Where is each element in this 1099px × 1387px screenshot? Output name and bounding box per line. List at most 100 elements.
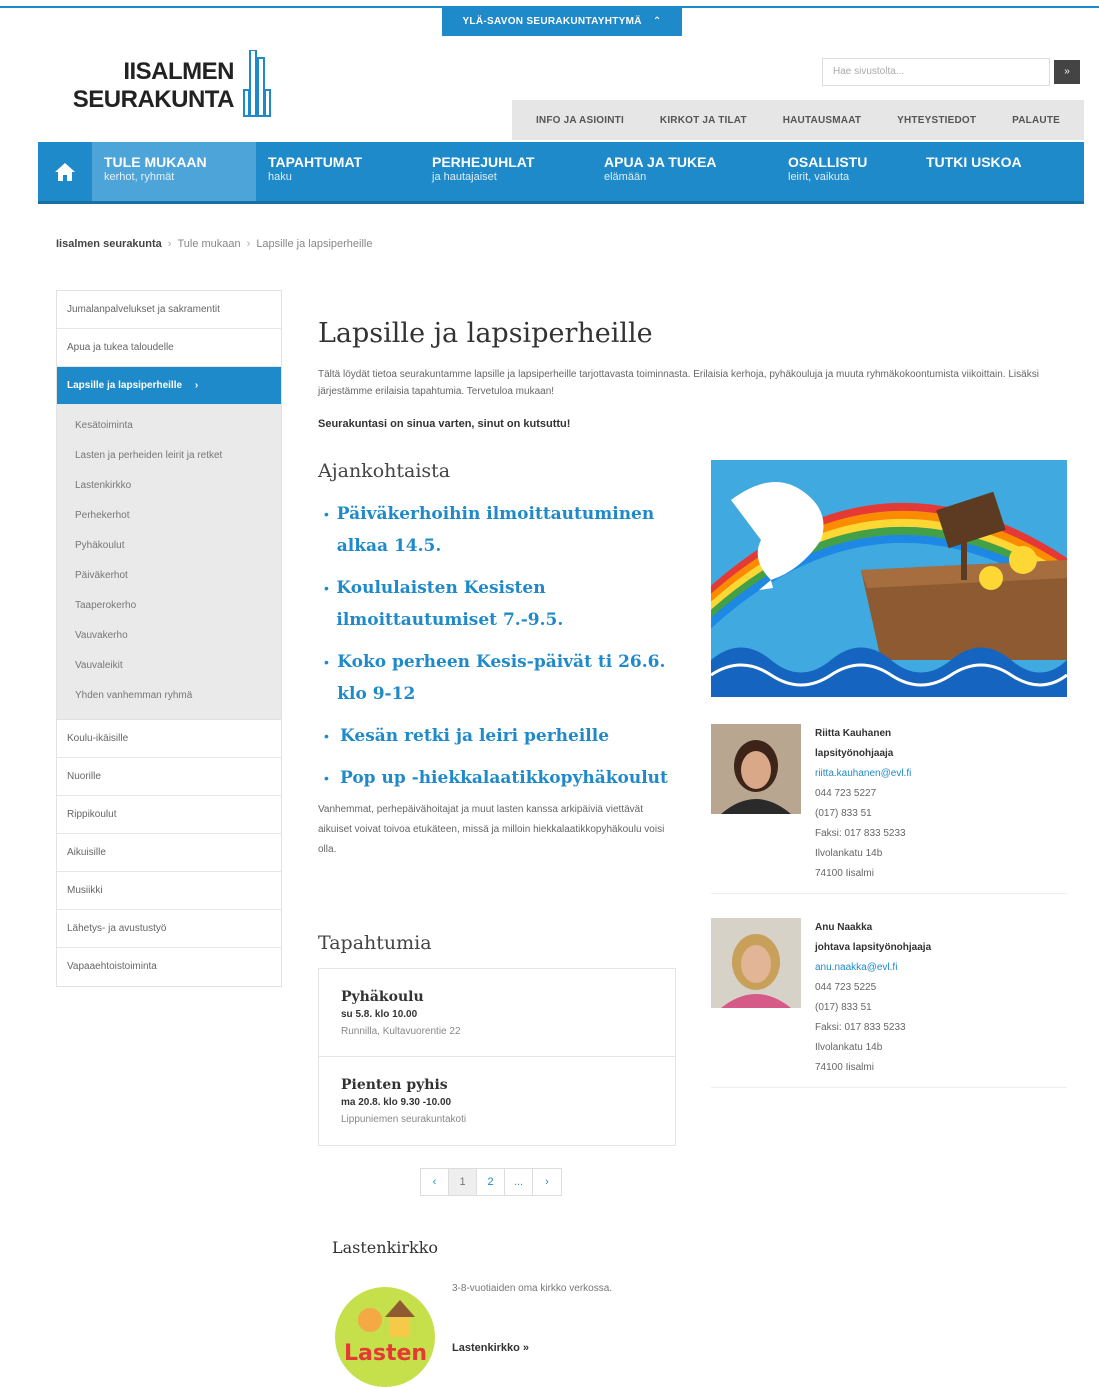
- news-item: • Koululaisten Kesisten ilmoittautumiset …: [318, 572, 678, 636]
- nav-sub: kerhot, ryhmät: [104, 171, 175, 183]
- pager-page-2[interactable]: 2: [477, 1169, 505, 1195]
- contact-street: Ilvolankatu 14b: [815, 848, 883, 859]
- page-title: Lapsille ja lapsiperheille: [318, 318, 653, 349]
- news-link[interactable]: Kesän retki ja leiri perheille: [340, 720, 609, 752]
- event-place: Runnilla, Kultavuorentie 22: [341, 1026, 461, 1037]
- site-logo[interactable]: IISALMEN SEURAKUNTA: [60, 50, 280, 120]
- nav-tutki-uskoa[interactable]: TUTKI USKOA: [914, 142, 1064, 201]
- breadcrumb-separator: ›: [246, 238, 251, 250]
- sidebar-item-confirmation[interactable]: Rippikoulut: [57, 796, 281, 834]
- util-nav-contacts[interactable]: YHTEYSTIEDOT: [897, 115, 976, 126]
- contact-email[interactable]: anu.naakka@evl.fi: [815, 958, 1065, 978]
- breadcrumb-home[interactable]: Iisalmen seurakunta: [56, 238, 162, 250]
- pager-next[interactable]: ›: [533, 1169, 561, 1195]
- contact-street: Ilvolankatu 14b: [815, 1042, 883, 1053]
- search-input[interactable]: Hae sivustolta...: [822, 58, 1050, 86]
- nav-sub: ja hautajaiset: [432, 171, 497, 183]
- lastenkirkko-description: 3-8-vuotiaiden oma kirkko verkossa.: [452, 1283, 613, 1294]
- sidebar-sub-item[interactable]: Yhden vanhemman ryhmä: [57, 681, 281, 711]
- contact-name: Riitta Kauhanen: [815, 728, 892, 739]
- breadcrumb-current: Lapsille ja lapsiperheille: [256, 238, 373, 250]
- news-link[interactable]: Koululaisten Kesisten ilmoittautumiset 7…: [336, 572, 678, 636]
- bullet: •: [324, 654, 329, 670]
- pager-prev[interactable]: ‹: [421, 1169, 449, 1195]
- util-nav-feedback[interactable]: PALAUTE: [1012, 115, 1060, 126]
- news-link[interactable]: Koko perheen Kesis-päivät ti 26.6. klo 9…: [337, 646, 678, 710]
- sidebar-sub-item[interactable]: Taaperokerho: [57, 591, 281, 621]
- news-list: • Päiväkerhoihin ilmoittautuminen alkaa 1…: [318, 498, 678, 804]
- search-arrow-icon[interactable]: »: [1054, 60, 1080, 84]
- noahs-ark-illustration: [711, 460, 1067, 697]
- lastenkirkko-logo-text: Lasten: [344, 1341, 427, 1366]
- nav-sub: leirit, vaikuta: [788, 171, 850, 183]
- contact-email[interactable]: riitta.kauhanen@evl.fi: [815, 764, 1065, 784]
- news-item: • Koko perheen Kesis-päivät ti 26.6. klo …: [318, 646, 678, 710]
- pagination: ‹ 1 2 ... ›: [420, 1168, 562, 1196]
- contact-phone: 044 723 5227: [815, 788, 877, 799]
- sidebar-item-children-families[interactable]: Lapsille ja lapsiperheille ›: [57, 367, 281, 405]
- sidebar-item-mission[interactable]: Lähetys- ja avustustyö: [57, 910, 281, 948]
- contact-phone: (017) 833 51: [815, 808, 872, 819]
- event-date: ma 20.8. klo 9.30 -10.00: [341, 1097, 452, 1108]
- events-list: Pyhäkoulu su 5.8. klo 10.00 Runnilla, Ku…: [318, 968, 676, 1146]
- home-button[interactable]: [38, 142, 92, 201]
- lastenkirkko-logo[interactable]: Lasten: [330, 1282, 440, 1387]
- event-place: Lippuniemen seurakuntakoti: [341, 1114, 467, 1125]
- nav-osallistu[interactable]: OSALLISTU leirit, vaikuta: [776, 142, 914, 201]
- news-link[interactable]: Päiväkerhoihin ilmoittautuminen alkaa 14…: [337, 498, 678, 562]
- sidebar-item-worship[interactable]: Jumalanpalvelukset ja sakramentit: [57, 291, 281, 329]
- news-item: • Päiväkerhoihin ilmoittautuminen alkaa 1…: [318, 498, 678, 562]
- nav-apua-ja-tukea[interactable]: APUA JA TUKEA elämään: [592, 142, 776, 201]
- sidebar-nav: Jumalanpalvelukset ja sakramentit Apua j…: [56, 290, 282, 987]
- sidebar-item-school-age[interactable]: Koulu-ikäisille: [57, 720, 281, 758]
- sidebar-item-youth[interactable]: Nuorille: [57, 758, 281, 796]
- sidebar-sub-item[interactable]: Pyhäkoulut: [57, 531, 281, 561]
- util-nav-cemeteries[interactable]: HAUTAUSMAAT: [783, 115, 861, 126]
- pager-page-1[interactable]: 1: [449, 1169, 477, 1195]
- sidebar-item-volunteer[interactable]: Vapaaehtoistoiminta: [57, 948, 281, 986]
- breadcrumb: Iisalmen seurakunta › Tule mukaan › Lapsille…: [56, 238, 373, 250]
- lastenkirkko-link[interactable]: Lastenkirkko »: [452, 1342, 529, 1354]
- news-heading: Ajankohtaista: [318, 460, 451, 482]
- sidebar-item-music[interactable]: Musiikki: [57, 872, 281, 910]
- event-item[interactable]: Pienten pyhis ma 20.8. klo 9.30 -10.00 L…: [319, 1057, 675, 1145]
- news-link[interactable]: Pop up -hiekkalaatikkopyhäkoulut: [340, 762, 668, 794]
- event-title: Pienten pyhis: [341, 1077, 448, 1093]
- nav-perhejuhlat[interactable]: PERHEJUHLAT ja hautajaiset: [420, 142, 592, 201]
- contact-card: Riitta Kauhanen lapsityönohjaaja riitta.…: [711, 724, 1067, 894]
- nav-tule-mukaan[interactable]: TULE MUKAAN kerhot, ryhmät: [92, 142, 256, 201]
- sidebar-active-label: Lapsille ja lapsiperheille: [67, 380, 183, 391]
- sidebar-subnav: Kesätoiminta Lasten ja perheiden leirit …: [57, 405, 281, 720]
- main-content: Lapsille ja lapsiperheille Tältä löydät …: [318, 318, 1068, 430]
- logo-text: IISALMEN SEURAKUNTA: [73, 58, 235, 114]
- sidebar-item-adults[interactable]: Aikuisille: [57, 834, 281, 872]
- sidebar-sub-item[interactable]: Kesätoiminta: [57, 411, 281, 441]
- sidebar-sub-item[interactable]: Perhekerhot: [57, 501, 281, 531]
- contact-name: Anu Naakka: [815, 922, 873, 933]
- nav-tapahtumat[interactable]: TAPAHTUMAT haku: [256, 142, 420, 201]
- main-nav: TULE MUKAAN kerhot, ryhmät TAPAHTUMAT ha…: [38, 142, 1084, 204]
- bullet: •: [324, 770, 329, 786]
- nav-title: APUA JA TUKEA: [604, 154, 717, 170]
- sidebar-item-financial-help[interactable]: Apua ja tukea taloudelle: [57, 329, 281, 367]
- news-item: • Kesän retki ja leiri perheille: [318, 720, 678, 752]
- sidebar-sub-item[interactable]: Lasten ja perheiden leirit ja retket: [57, 441, 281, 471]
- sidebar-sub-item[interactable]: Vauvaleikit: [57, 651, 281, 681]
- nav-title: TULE MUKAAN: [104, 154, 207, 170]
- contact-phone: 044 723 5225: [815, 982, 877, 993]
- home-icon: [55, 162, 75, 181]
- news-item: • Pop up -hiekkalaatikkopyhäkoulut: [318, 762, 678, 794]
- breadcrumb-mid[interactable]: Tule mukaan: [177, 238, 240, 250]
- breadcrumb-separator: ›: [167, 238, 172, 250]
- event-item[interactable]: Pyhäkoulu su 5.8. klo 10.00 Runnilla, Ku…: [319, 969, 675, 1057]
- sidebar-sub-item[interactable]: Vauvakerho: [57, 621, 281, 651]
- sidebar-sub-item[interactable]: Päiväkerhot: [57, 561, 281, 591]
- contact-fax: Faksi: 017 833 5233: [815, 1022, 906, 1033]
- nav-title: OSALLISTU: [788, 154, 868, 170]
- page-tagline: Seurakuntasi on sinua varten, sinut on k…: [318, 418, 571, 430]
- util-nav-churches[interactable]: KIRKOT JA TILAT: [660, 115, 747, 126]
- sidebar-sub-item[interactable]: Lastenkirkko: [57, 471, 281, 501]
- util-nav-info[interactable]: INFO JA ASIOINTI: [536, 115, 624, 126]
- events-heading: Tapahtumia: [318, 932, 432, 954]
- parish-union-tab[interactable]: YLÄ-SAVON SEURAKUNTAYHTYMÄ ⌃: [442, 8, 682, 36]
